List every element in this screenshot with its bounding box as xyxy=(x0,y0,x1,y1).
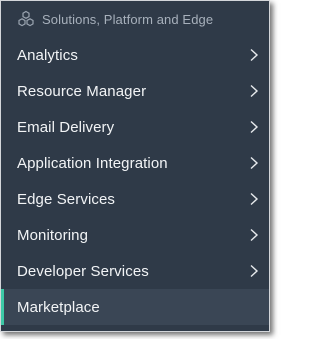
solutions-cubes-icon xyxy=(17,10,35,28)
section-header: Solutions, Platform and Edge xyxy=(1,1,269,37)
menu-item-label: Analytics xyxy=(17,46,78,64)
menu-item-label: Application Integration xyxy=(17,154,168,172)
chevron-right-icon xyxy=(249,120,259,134)
chevron-right-icon xyxy=(249,48,259,62)
chevron-right-icon xyxy=(249,156,259,170)
menu-item-label: Marketplace xyxy=(17,298,100,316)
menu-item-email-delivery[interactable]: Email Delivery xyxy=(1,109,269,145)
menu-item-marketplace[interactable]: Marketplace xyxy=(1,289,269,325)
menu-item-label: Email Delivery xyxy=(17,118,115,136)
navigation-menu: Solutions, Platform and Edge Analytics R… xyxy=(0,0,270,332)
chevron-right-icon xyxy=(249,228,259,242)
section-header-label: Solutions, Platform and Edge xyxy=(42,11,214,27)
menu-item-resource-manager[interactable]: Resource Manager xyxy=(1,73,269,109)
active-indicator xyxy=(1,289,4,325)
chevron-right-icon xyxy=(249,192,259,206)
menu-item-developer-services[interactable]: Developer Services xyxy=(1,253,269,289)
menu-item-label: Resource Manager xyxy=(17,82,147,100)
menu-item-label: Monitoring xyxy=(17,226,89,244)
chevron-right-icon xyxy=(249,84,259,98)
menu-item-analytics[interactable]: Analytics xyxy=(1,37,269,73)
menu-item-label: Edge Services xyxy=(17,190,116,208)
menu-list: Analytics Resource Manager Email Deliver… xyxy=(1,37,269,325)
menu-item-application-integration[interactable]: Application Integration xyxy=(1,145,269,181)
chevron-right-icon xyxy=(249,264,259,278)
menu-item-monitoring[interactable]: Monitoring xyxy=(1,217,269,253)
menu-item-edge-services[interactable]: Edge Services xyxy=(1,181,269,217)
menu-item-label: Developer Services xyxy=(17,262,149,280)
